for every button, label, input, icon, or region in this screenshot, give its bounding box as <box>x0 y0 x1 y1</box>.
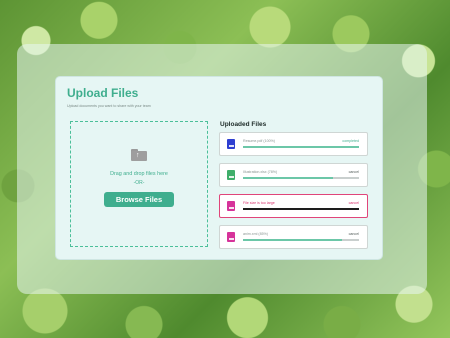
file-item: anim.xml (85%) cancel <box>219 225 368 249</box>
file-status: completed <box>342 139 359 143</box>
progress-fill <box>243 208 359 210</box>
progress-track <box>243 239 359 241</box>
progress-track <box>243 177 359 179</box>
file-error-icon <box>227 201 235 211</box>
page-title: Upload Files <box>67 86 139 100</box>
cancel-upload-button[interactable]: cancel <box>349 170 359 174</box>
code-file-icon <box>227 232 235 242</box>
cancel-upload-button[interactable]: cancel <box>349 232 359 236</box>
progress-track <box>243 208 359 210</box>
drop-separator: -OR- <box>133 180 145 186</box>
file-name: Illustration.xlsx (78%) <box>243 170 278 174</box>
cancel-upload-button[interactable]: cancel <box>349 201 359 205</box>
drop-zone[interactable]: ↑ Drag and drop files here -OR- Browse F… <box>70 121 208 247</box>
page-subtitle: Upload documents you want to share with … <box>67 104 151 108</box>
progress-track <box>243 146 359 148</box>
progress-fill <box>243 177 334 179</box>
spreadsheet-icon <box>227 170 235 180</box>
file-name: Resume.pdf (100%) <box>243 139 275 143</box>
file-name: anim.xml (85%) <box>243 232 268 236</box>
drop-instruction: Drag and drop files here <box>110 171 168 177</box>
file-item: Illustration.xlsx (78%) cancel <box>219 163 368 187</box>
document-icon <box>227 139 235 149</box>
progress-fill <box>243 146 359 148</box>
file-item: Resume.pdf (100%) completed <box>219 132 368 156</box>
file-item-error: File size is too large cancel <box>219 194 368 218</box>
progress-fill <box>243 239 342 241</box>
uploaded-files-heading: Uploaded Files <box>220 121 267 128</box>
browse-files-button[interactable]: Browse Files <box>104 192 174 207</box>
file-error-message: File size is too large <box>243 201 275 205</box>
upload-panel: Upload Files Upload documents you want t… <box>55 76 383 260</box>
folder-upload-icon: ↑ <box>131 149 147 161</box>
